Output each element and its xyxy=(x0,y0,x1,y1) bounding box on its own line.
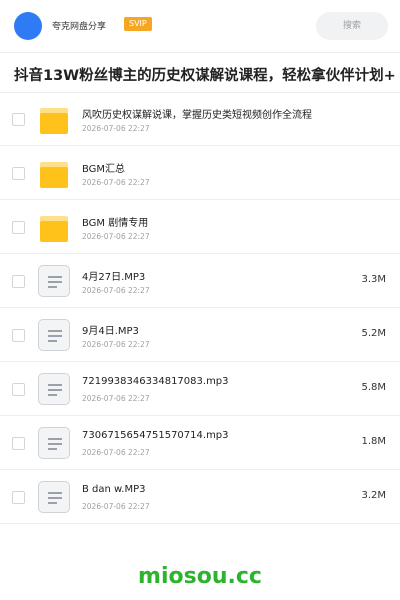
file-row[interactable]: 4月27日.MP3 2026-07-06 22:27 3.3M xyxy=(0,254,400,308)
file-date: 2026-07-06 22:27 xyxy=(82,232,150,241)
file-name[interactable]: BGM汇总 xyxy=(82,160,125,175)
file-date: 2026-07-06 22:27 xyxy=(82,178,150,187)
audio-file-icon xyxy=(38,427,70,459)
select-checkbox[interactable] xyxy=(12,167,25,180)
page-title: 抖音13W粉丝博主的历史权谋解说课程，轻松拿伙伴计划+ xyxy=(14,68,396,84)
file-name[interactable]: 7219938346334817083.mp3 xyxy=(82,376,229,387)
select-checkbox[interactable] xyxy=(12,275,25,288)
file-size: 1.8M xyxy=(361,436,386,447)
file-row[interactable]: B dan w.MP3 2026-07-06 22:27 3.2M xyxy=(0,470,400,524)
file-size: 5.2M xyxy=(361,328,386,339)
select-checkbox[interactable] xyxy=(12,113,25,126)
file-name[interactable]: 4月27日.MP3 xyxy=(82,268,145,283)
file-row[interactable]: 7219938346334817083.mp3 2026-07-06 22:27 5… xyxy=(0,362,400,416)
watermark: miosou.cc xyxy=(138,564,262,589)
file-list: 风吹历史权谋解说课，掌握历史类短视频创作全流程 2026-07-06 22:27 B… xyxy=(0,92,400,524)
folder-icon xyxy=(40,162,68,188)
file-date: 2026-07-06 22:27 xyxy=(82,124,150,133)
folder-icon xyxy=(40,216,68,242)
file-size: 3.2M xyxy=(361,490,386,501)
file-size: 3.3M xyxy=(361,274,386,285)
file-name[interactable]: 7306715654751570714.mp3 xyxy=(82,430,229,441)
avatar[interactable] xyxy=(14,12,42,40)
select-checkbox[interactable] xyxy=(12,491,25,504)
folder-icon xyxy=(40,108,68,134)
file-row[interactable]: 7306715654751570714.mp3 2026-07-06 22:27 1… xyxy=(0,416,400,470)
file-size: 5.8M xyxy=(361,382,386,393)
audio-file-icon xyxy=(38,481,70,513)
search-input[interactable]: 搜索 xyxy=(316,12,388,40)
file-name[interactable]: 风吹历史权谋解说课，掌握历史类短视频创作全流程 xyxy=(82,106,312,121)
select-checkbox[interactable] xyxy=(12,437,25,450)
select-checkbox[interactable] xyxy=(12,221,25,234)
header-divider xyxy=(0,52,400,53)
file-name[interactable]: BGM 剧情专用 xyxy=(82,214,148,229)
file-row[interactable]: 9月4日.MP3 2026-07-06 22:27 5.2M xyxy=(0,308,400,362)
svip-badge: SVIP xyxy=(124,17,152,31)
file-name[interactable]: B dan w.MP3 xyxy=(82,484,146,495)
select-checkbox[interactable] xyxy=(12,329,25,342)
file-row[interactable]: 风吹历史权谋解说课，掌握历史类短视频创作全流程 2026-07-06 22:27 xyxy=(0,92,400,146)
audio-file-icon xyxy=(38,265,70,297)
file-row[interactable]: BGM汇总 2026-07-06 22:27 xyxy=(0,146,400,200)
file-name[interactable]: 9月4日.MP3 xyxy=(82,322,139,337)
file-date: 2026-07-06 22:27 xyxy=(82,448,150,457)
select-checkbox[interactable] xyxy=(12,383,25,396)
file-row[interactable]: BGM 剧情专用 2026-07-06 22:27 xyxy=(0,200,400,254)
owner-name: 夸克网盘分享 xyxy=(52,22,107,32)
file-date: 2026-07-06 22:27 xyxy=(82,340,150,349)
file-date: 2026-07-06 22:27 xyxy=(82,502,150,511)
audio-file-icon xyxy=(38,319,70,351)
file-date: 2026-07-06 22:27 xyxy=(82,286,150,295)
audio-file-icon xyxy=(38,373,70,405)
file-date: 2026-07-06 22:27 xyxy=(82,394,150,403)
header: 夸克网盘分享 SVIP 搜索 xyxy=(0,0,400,52)
